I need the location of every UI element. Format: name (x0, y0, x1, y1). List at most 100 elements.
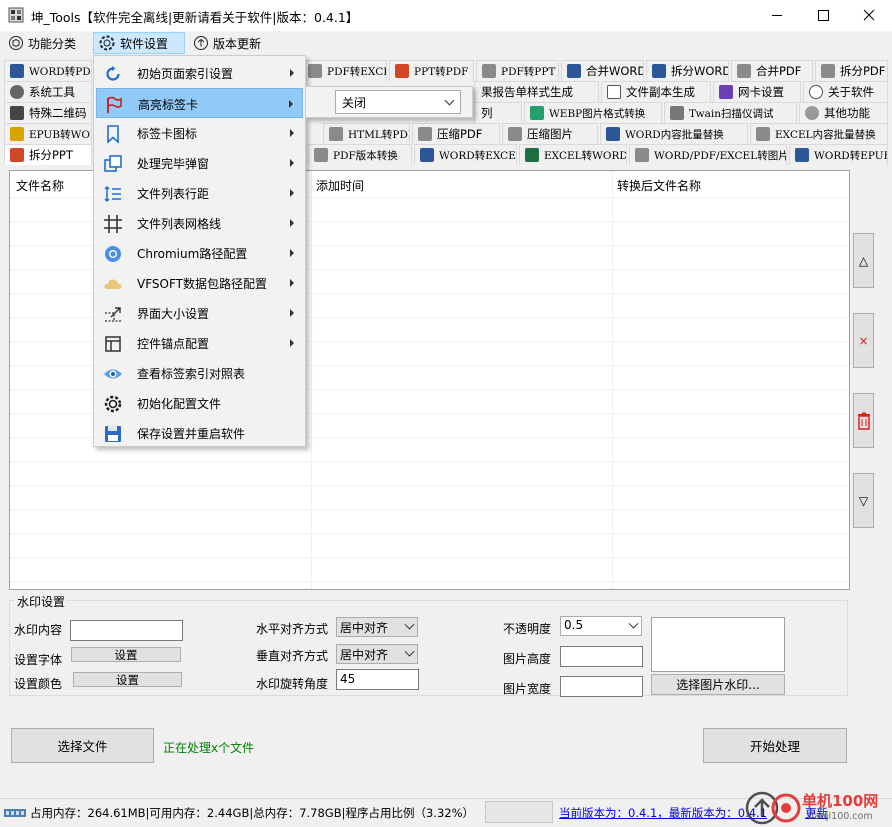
tab-excel-batch-replace[interactable]: EXCEL内容批量替换 (750, 123, 888, 144)
image-height-input[interactable] (560, 646, 643, 667)
menu-item-interface-size[interactable]: 界面大小设置 (96, 298, 303, 328)
tab-split-word[interactable]: 拆分WORD (646, 60, 729, 81)
tab-pdf-to-excel[interactable]: PDF转EXCEL (302, 60, 387, 81)
tab-merge-pdf[interactable]: 合并PDF (731, 60, 813, 81)
set-color-button[interactable]: 设置 (73, 672, 182, 687)
menu-item-chromium-path[interactable]: Chromium路径配置 (96, 238, 303, 268)
compress-icon (508, 127, 522, 141)
tab-word-to-pdf[interactable]: WORD转PDF (4, 60, 92, 81)
triangle-up-icon: △ (858, 253, 869, 268)
tab-system-tools[interactable]: 系统工具 (4, 81, 92, 102)
tab-split-pdf[interactable]: 拆分PDF (815, 60, 888, 81)
tab-epub-to-word[interactable]: EPUB转WORD (4, 123, 92, 144)
tab-compress-image[interactable]: 压缩图片 (502, 123, 598, 144)
menu-item-view-tab-index[interactable]: 查看标签索引对照表 (96, 358, 303, 388)
app-window: 坤_Tools【软件完全离线|更新请看关于软件|版本：0.4.1】 功能分类 软… (0, 0, 892, 827)
close-icon (863, 9, 875, 21)
menu-label: 版本更新 (213, 36, 262, 51)
column-header-filename[interactable]: 文件名称 (16, 177, 64, 194)
menu-item-completion-popup[interactable]: 处理完毕弹窗 (96, 148, 303, 178)
horizontal-align-select[interactable]: 居中对齐 (336, 617, 418, 637)
remove-button[interactable]: × (853, 313, 874, 368)
convert-icon (756, 127, 770, 141)
submenu-arrow-icon (289, 100, 293, 108)
tab-special-qrcode[interactable]: 特殊二维码 (4, 102, 92, 123)
pdf-icon (821, 64, 835, 78)
select-image-watermark-button[interactable]: 选择图片水印... (651, 674, 785, 695)
tab-list[interactable]: 列 (474, 102, 522, 123)
gear-icon (10, 85, 24, 99)
opacity-label: 不透明度 (503, 622, 552, 636)
logo-icon (745, 791, 801, 825)
watermark-content-input[interactable] (70, 620, 183, 641)
tab-other-functions[interactable]: 其他功能 (799, 102, 888, 123)
refresh-icon (106, 66, 120, 81)
set-font-button[interactable]: 设置 (71, 647, 181, 662)
tab-merge-word[interactable]: 合并WORD (561, 60, 644, 81)
select-files-button[interactable]: 选择文件 (11, 728, 154, 763)
watermark-image-preview (651, 617, 785, 672)
tab-compress-pdf[interactable]: 压缩PDF (412, 123, 500, 144)
image-width-input[interactable] (560, 676, 643, 697)
brand-url-text: danji100.com (808, 811, 873, 822)
image-height-label: 图片高度 (503, 652, 552, 666)
menu-item-init-config-file[interactable]: 初始化配置文件 (96, 388, 303, 418)
tab-word-batch-replace[interactable]: WORD内容批量替换 (600, 123, 748, 144)
progress-bar (485, 801, 553, 823)
menu-item-save-and-restart[interactable]: 保存设置并重启软件 (96, 418, 303, 448)
tab-twain-scanner[interactable]: Twain扫描仪调试 (664, 102, 797, 123)
menu-item-list-gridlines[interactable]: 文件列表网格线 (96, 208, 303, 238)
tab-file-copy[interactable]: 文件副本生成 (601, 81, 711, 102)
tab-about[interactable]: 关于软件 (803, 81, 888, 102)
tab-excel-to-word[interactable]: EXCEL转WORD (519, 144, 627, 165)
vertical-align-select[interactable]: 居中对齐 (336, 644, 418, 664)
tab-word-to-excel[interactable]: WORD转EXCEL (414, 144, 517, 165)
menu-item-initial-page-index[interactable]: 初始页面索引设置 (96, 58, 303, 88)
settings-dropdown-menu: 初始页面索引设置 高亮标签卡 标签卡图标 处理完毕弹窗 文件列表行距 文件列表网… (93, 55, 306, 447)
tab-office-to-image[interactable]: WORD/PDF/EXCEL转图片 (629, 144, 787, 165)
upload-icon (194, 36, 208, 50)
info-icon (809, 85, 823, 99)
opacity-select[interactable]: 0.5 (560, 616, 642, 636)
tab-pdf-version-convert[interactable]: PDF版本转换 (308, 144, 412, 165)
menu-item-vfsoft-path[interactable]: VFSOFT数据包路径配置 (96, 268, 303, 298)
menu-item-highlight-tab[interactable]: 高亮标签卡 (96, 88, 303, 118)
minimize-button[interactable] (754, 0, 800, 31)
tab-ppt-to-pdf[interactable]: PPT转PDF (389, 60, 474, 81)
maximize-icon (818, 10, 829, 21)
clear-button[interactable] (853, 393, 874, 448)
maximize-button[interactable] (800, 0, 846, 31)
tab-webp-convert[interactable]: WEBP图片格式转换 (524, 102, 662, 123)
menu-item-list-row-spacing[interactable]: 文件列表行距 (96, 178, 303, 208)
column-header-added-time[interactable]: 添加时间 (316, 177, 364, 194)
move-down-button[interactable]: ▽ (853, 473, 874, 528)
submenu-arrow-icon (290, 189, 294, 197)
menu-version-update[interactable]: 版本更新 (189, 32, 265, 54)
menu-function-category[interactable]: 功能分类 (4, 32, 80, 54)
highlight-tab-select[interactable]: 关闭 (335, 90, 461, 114)
tab-pdf-to-ppt[interactable]: PDF转PPT (476, 60, 559, 81)
tab-html-to-pdf[interactable]: HTML转PDF (323, 123, 410, 144)
tab-split-ppt[interactable]: 拆分PPT (4, 144, 92, 165)
horizontal-align-label: 水平对齐方式 (256, 622, 329, 636)
submenu-arrow-icon (290, 279, 294, 287)
close-button[interactable] (846, 0, 892, 31)
menu-item-anchor-config[interactable]: 控件锚点配置 (96, 328, 303, 358)
menu-software-settings[interactable]: 软件设置 (93, 32, 185, 54)
convert-icon (329, 127, 343, 141)
move-up-button[interactable]: △ (853, 233, 874, 288)
menu-item-tab-icon[interactable]: 标签卡图标 (96, 118, 303, 148)
tab-word-to-epub[interactable]: WORD转EPUB (789, 144, 888, 165)
version-info-link[interactable]: 当前版本为：0.4.1，最新版本为：0.4.1 (559, 805, 767, 821)
start-processing-button[interactable]: 开始处理 (703, 728, 847, 763)
rotation-angle-input[interactable]: 45 (336, 669, 419, 690)
scanner-icon (670, 106, 684, 120)
more-icon (805, 106, 819, 120)
submenu-arrow-icon (290, 339, 294, 347)
tab-report-style[interactable]: 果报告单样式生成 (474, 81, 599, 102)
row-divider (10, 485, 849, 486)
tab-nic-settings[interactable]: 网卡设置 (713, 81, 801, 102)
column-header-output-name[interactable]: 转换后文件名称 (617, 177, 701, 194)
save-icon (105, 426, 121, 442)
ppt-icon (395, 64, 409, 78)
